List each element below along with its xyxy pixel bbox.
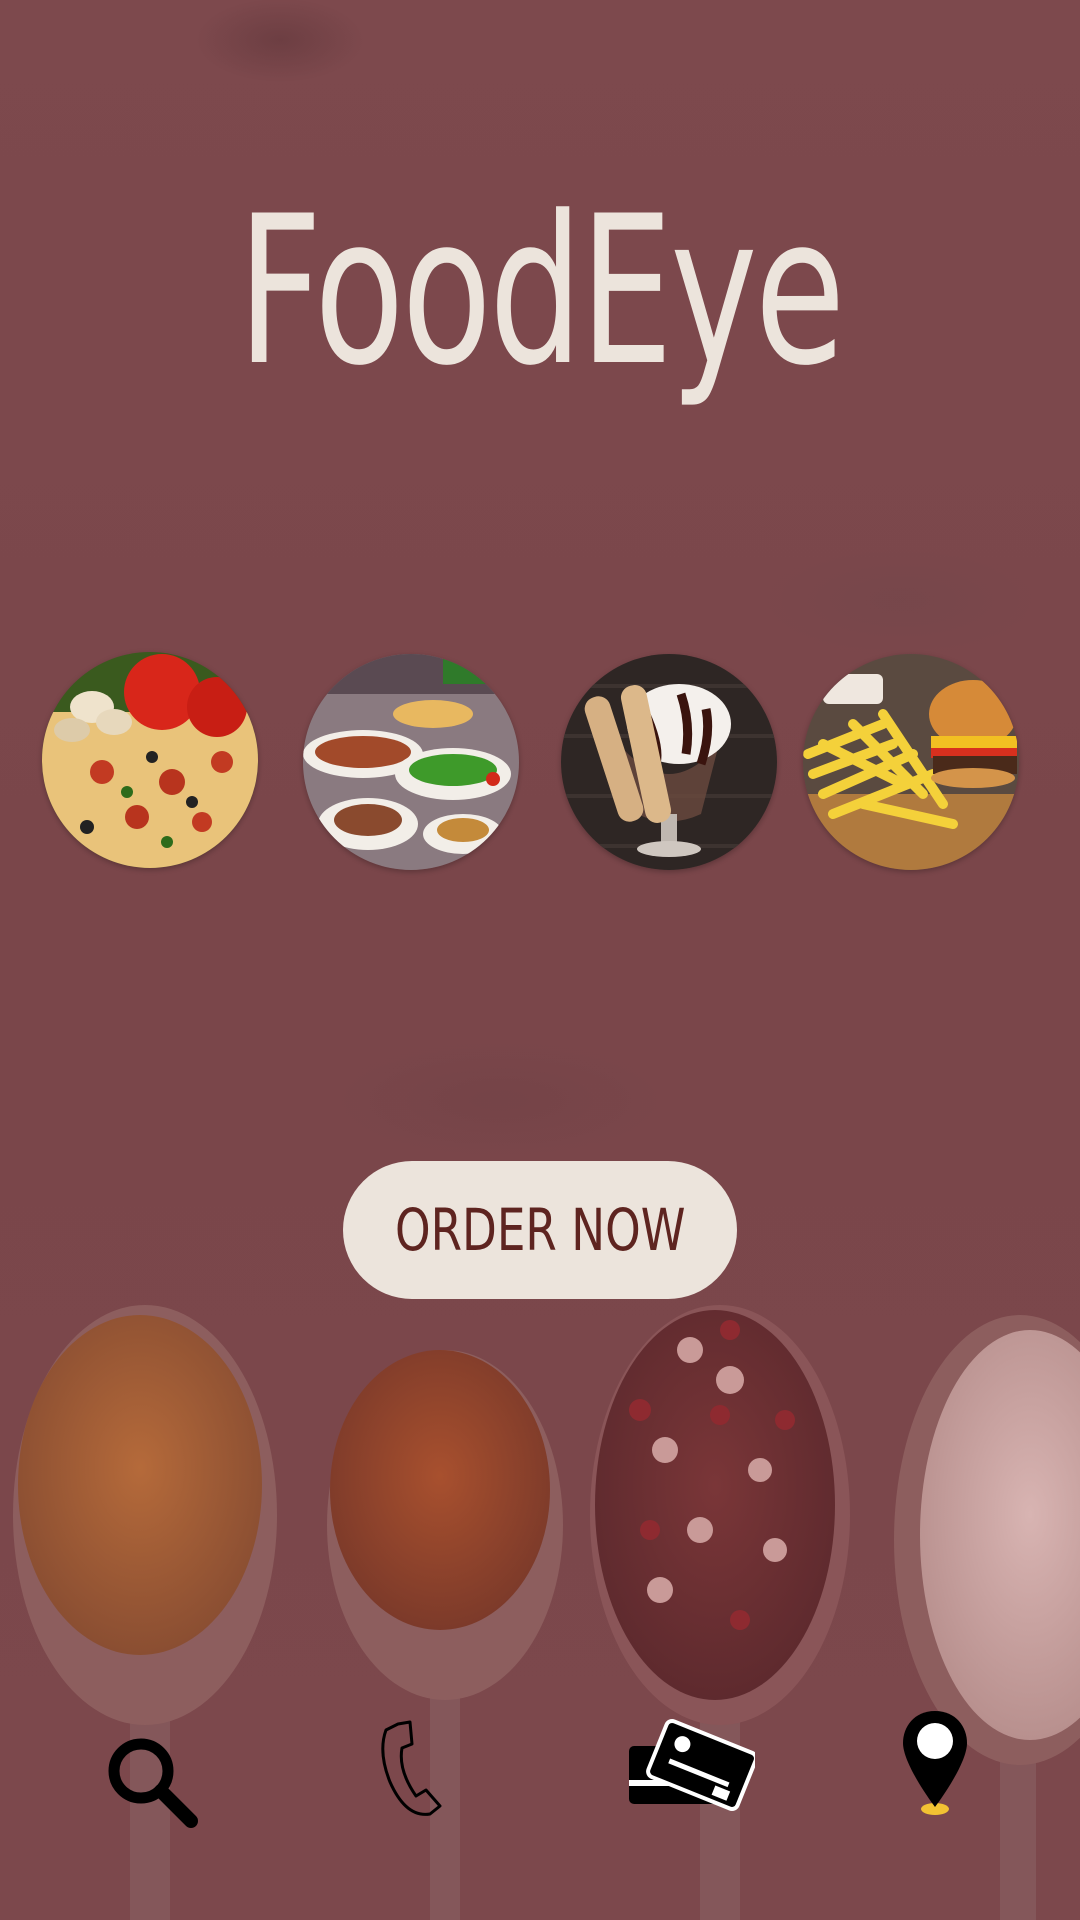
- burger-fries-category-image[interactable]: [803, 654, 1019, 870]
- platter-category-image[interactable]: [303, 654, 519, 870]
- location-pin-icon[interactable]: [900, 1707, 970, 1817]
- dessert-category-image[interactable]: [561, 654, 777, 870]
- app-title: FoodEye: [237, 173, 845, 411]
- food-category-row: [0, 650, 1080, 870]
- order-now-button[interactable]: ORDER NOW: [343, 1161, 737, 1299]
- phone-icon[interactable]: [376, 1718, 451, 1818]
- search-icon[interactable]: [105, 1735, 200, 1830]
- order-now-label: ORDER NOW: [394, 1196, 686, 1264]
- credit-card-icon[interactable]: [625, 1712, 755, 1817]
- bottom-nav: [0, 1690, 1080, 1850]
- pizza-category-image[interactable]: [42, 652, 258, 868]
